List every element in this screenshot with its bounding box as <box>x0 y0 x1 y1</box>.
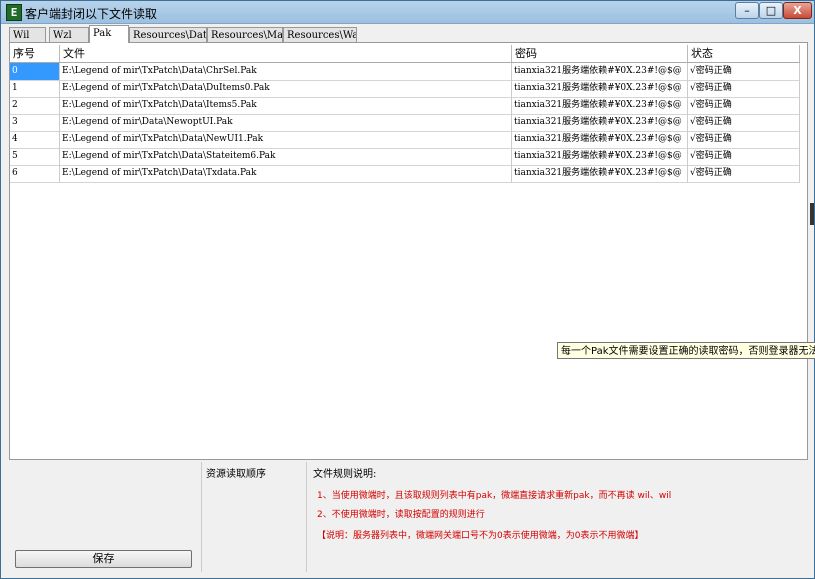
row-password[interactable]: tianxia321服务端依赖#¥0X.23#!@$@ <box>512 97 688 114</box>
window-title: 客户端封闭以下文件读取 <box>25 7 158 21</box>
row-password[interactable]: tianxia321服务端依赖#¥0X.23#!@$@ <box>512 148 688 165</box>
row-file[interactable]: E:\Legend of mir\TxPatch\Data\ChrSel.Pak <box>60 63 512 80</box>
tab-wil[interactable]: Wil <box>9 27 46 42</box>
row-status[interactable]: √密码正确 <box>688 148 800 165</box>
title-bar[interactable]: E 客户端封闭以下文件读取 – □ X <box>1 1 814 24</box>
save-button[interactable]: 保存 <box>15 550 192 568</box>
header-status[interactable]: 状态 <box>688 45 800 62</box>
rules-label: 文件规则说明: <box>313 469 377 480</box>
rule-text: 1、当使用微端时，且该取规则列表中有pak，微端直接请求重新pak，而不再读 w… <box>317 491 672 501</box>
row-file[interactable]: E:\Legend of mir\Data\NewoptUI.Pak <box>60 114 512 131</box>
header-password[interactable]: 密码 <box>512 45 688 62</box>
save-area: 保存 <box>9 462 197 572</box>
table-row[interactable]: 4 E:\Legend of mir\TxPatch\Data\NewUI1.P… <box>10 131 800 149</box>
grid-header: 序号 文件 密码 状态 <box>10 45 800 63</box>
app-window: E 客户端封闭以下文件读取 – □ X Wil Wzl Pak Resource… <box>0 0 815 579</box>
tab-pak[interactable]: Pak <box>89 25 129 43</box>
row-file[interactable]: E:\Legend of mir\TxPatch\Data\NewUI1.Pak <box>60 131 512 148</box>
row-password[interactable]: tianxia321服务端依赖#¥0X.23#!@$@ <box>512 80 688 97</box>
row-file[interactable]: E:\Legend of mir\TxPatch\Data\Stateitem6… <box>60 148 512 165</box>
load-order-label: 资源读取顺序 <box>206 469 266 480</box>
minimize-button[interactable]: – <box>735 2 759 19</box>
tab-resources-data[interactable]: Resources\Data <box>129 27 207 42</box>
tab-resources-wav[interactable]: Resources\Wav <box>283 27 357 42</box>
row-index[interactable]: 1 <box>10 80 60 97</box>
table-row[interactable]: 0 E:\Legend of mir\TxPatch\Data\ChrSel.P… <box>10 63 800 81</box>
load-order-panel[interactable]: 资源读取顺序 <box>201 462 307 572</box>
row-index[interactable]: 0 <box>10 63 60 80</box>
table-row[interactable]: 1 E:\Legend of mir\TxPatch\Data\DuItems0… <box>10 80 800 98</box>
row-status[interactable]: √密码正确 <box>688 80 800 97</box>
tab-resources-map[interactable]: Resources\Map <box>207 27 283 42</box>
row-password[interactable]: tianxia321服务端依赖#¥0X.23#!@$@ <box>512 63 688 80</box>
rules-panel: 文件规则说明: 1、当使用微端时，且该取规则列表中有pak，微端直接请求重新pa… <box>309 462 808 572</box>
row-index[interactable]: 3 <box>10 114 60 131</box>
row-index[interactable]: 5 <box>10 148 60 165</box>
table-row[interactable]: 6 E:\Legend of mir\TxPatch\Data\Txdata.P… <box>10 165 800 183</box>
rule-text: 【说明：服务器列表中，微端网关端口号不为0表示使用微端，为0表示不用微端】 <box>317 531 644 541</box>
scroll-thumb[interactable] <box>810 203 814 225</box>
maximize-button[interactable]: □ <box>759 2 783 19</box>
row-status[interactable]: √密码正确 <box>688 114 800 131</box>
close-button[interactable]: X <box>783 2 812 19</box>
rule-text: 2、不使用微端时，读取按配置的规则进行 <box>317 510 485 520</box>
table-row[interactable]: 3 E:\Legend of mir\Data\NewoptUI.Pak tia… <box>10 114 800 132</box>
row-index[interactable]: 6 <box>10 165 60 182</box>
row-status[interactable]: √密码正确 <box>688 131 800 148</box>
row-index[interactable]: 4 <box>10 131 60 148</box>
header-file[interactable]: 文件 <box>60 45 512 62</box>
table-row[interactable]: 5 E:\Legend of mir\TxPatch\Data\Stateite… <box>10 148 800 166</box>
header-index[interactable]: 序号 <box>10 45 60 62</box>
row-status[interactable]: √密码正确 <box>688 63 800 80</box>
row-file[interactable]: E:\Legend of mir\TxPatch\Data\DuItems0.P… <box>60 80 512 97</box>
row-file[interactable]: E:\Legend of mir\TxPatch\Data\Txdata.Pak <box>60 165 512 182</box>
row-file[interactable]: E:\Legend of mir\TxPatch\Data\Items5.Pak <box>60 97 512 114</box>
app-icon: E <box>6 4 22 21</box>
row-status[interactable]: √密码正确 <box>688 97 800 114</box>
tooltip: 每一个Pak文件需要设置正确的读取密码，否则登录器无法 <box>557 342 815 359</box>
row-password[interactable]: tianxia321服务端依赖#¥0X.23#!@$@ <box>512 165 688 182</box>
row-password[interactable]: tianxia321服务端依赖#¥0X.23#!@$@ <box>512 114 688 131</box>
row-index[interactable]: 2 <box>10 97 60 114</box>
pak-grid-panel: 序号 文件 密码 状态 0 E:\Legend of mir\TxPatch\D… <box>9 42 814 460</box>
table-row[interactable]: 2 E:\Legend of mir\TxPatch\Data\Items5.P… <box>10 97 800 115</box>
tab-wzl[interactable]: Wzl <box>49 27 89 42</box>
row-password[interactable]: tianxia321服务端依赖#¥0X.23#!@$@ <box>512 131 688 148</box>
row-status[interactable]: √密码正确 <box>688 165 800 182</box>
